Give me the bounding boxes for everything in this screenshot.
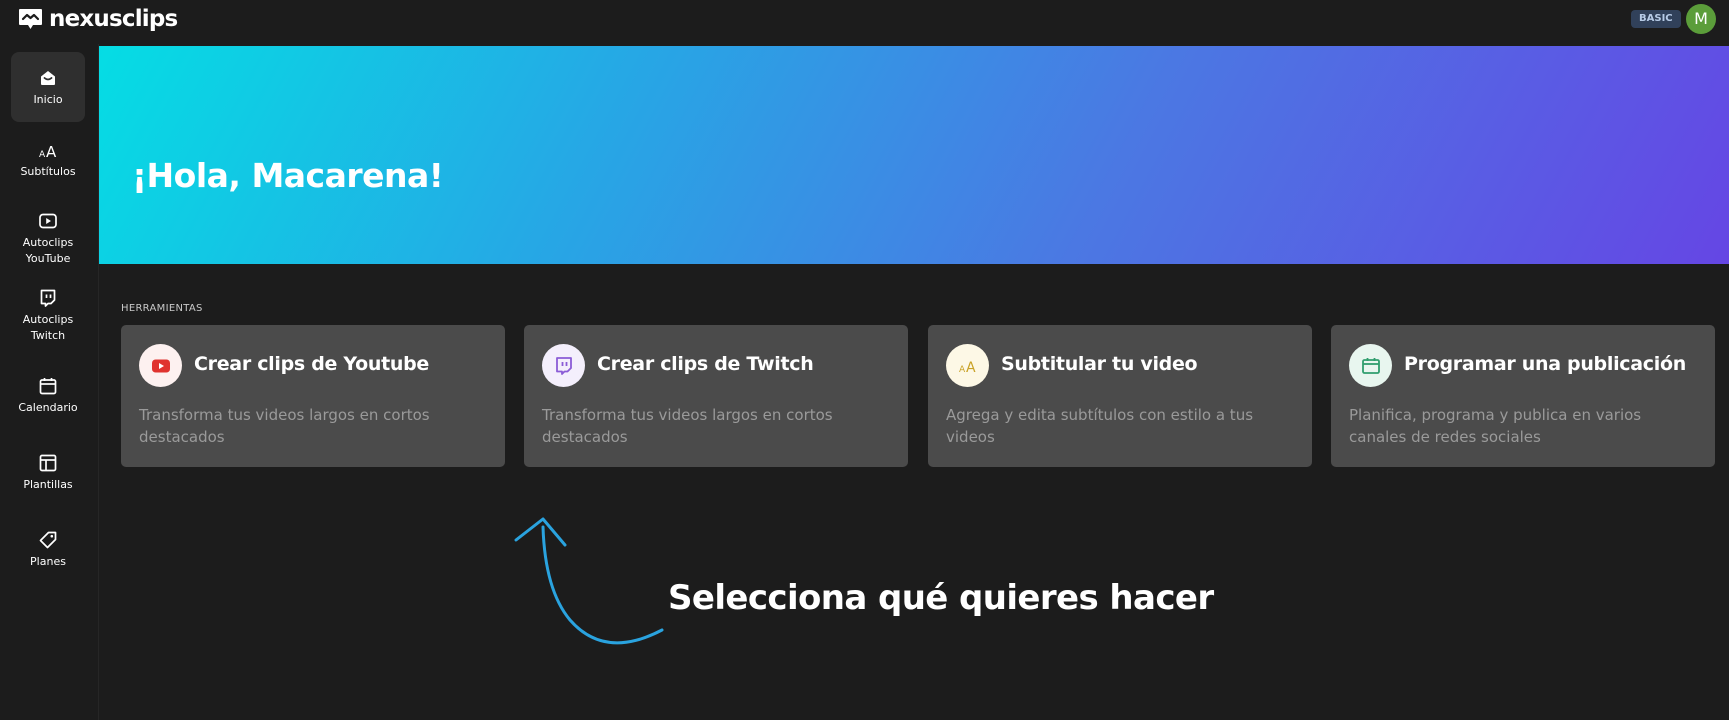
sidebar: Inicio A A Subtítulos Autoclips YouTube … (0, 44, 99, 720)
sidebar-item-planes[interactable]: Planes (11, 521, 85, 591)
sidebar-item-label: Inicio (33, 93, 63, 106)
sidebar-item-calendario[interactable]: Calendario (11, 367, 85, 437)
greeting-title: ¡Hola, Macarena! (132, 156, 444, 195)
twitch-icon (542, 344, 585, 387)
sidebar-item-plantillas[interactable]: Plantillas (11, 444, 85, 514)
youtube-icon (39, 213, 57, 229)
tool-card-title: Programar una publicación (1404, 353, 1686, 375)
tool-card-title: Crear clips de Twitch (597, 353, 814, 375)
calendar-icon (39, 378, 57, 395)
svg-text:A: A (959, 365, 966, 375)
sidebar-item-label: Calendario (18, 401, 78, 414)
svg-text:A: A (39, 150, 46, 160)
twitch-icon (40, 289, 56, 307)
tools-section-label: HERRAMIENTAS (121, 303, 203, 314)
select-action-hint: Selecciona qué quieres hacer (668, 578, 1214, 618)
plan-badge[interactable]: BASIC (1631, 10, 1681, 28)
youtube-icon (139, 344, 182, 387)
tool-card-youtube-clips[interactable]: Crear clips de Youtube Transforma tus vi… (121, 325, 505, 467)
tool-card-schedule-post[interactable]: Programar una publicación Planifica, pro… (1331, 325, 1715, 467)
sidebar-item-autoclips-youtube[interactable]: Autoclips YouTube (11, 207, 85, 277)
tag-icon (39, 531, 57, 549)
tool-card-title: Crear clips de Youtube (194, 353, 430, 375)
sidebar-item-label: Autoclips Twitch (22, 313, 74, 342)
sidebar-item-label: Planes (30, 555, 66, 568)
sidebar-item-label: Subtítulos (20, 165, 76, 178)
welcome-banner: ¡Hola, Macarena! (99, 46, 1729, 264)
tool-card-description: Planifica, programa y publica en varios … (1349, 406, 1642, 446)
template-icon (39, 454, 57, 472)
tool-card-title: Subtitular tu video (1001, 353, 1198, 375)
tool-card-description: Transforma tus videos largos en cortos d… (542, 406, 833, 446)
sidebar-item-autoclips-twitch[interactable]: Autoclips Twitch (11, 284, 85, 354)
avatar[interactable]: M (1686, 4, 1716, 34)
curved-arrow-icon (514, 517, 664, 645)
logo-icon (19, 8, 42, 29)
sidebar-item-label: Autoclips YouTube (22, 236, 74, 265)
tool-card-description: Transforma tus videos largos en cortos d… (139, 406, 430, 446)
svg-text:A: A (966, 360, 976, 376)
sidebar-item-subtitulos[interactable]: A A Subtítulos (11, 130, 85, 200)
tool-card-twitch-clips[interactable]: Crear clips de Twitch Transforma tus vid… (524, 325, 908, 467)
top-bar: nexusclips BASIC M (0, 0, 1729, 44)
logo[interactable]: nexusclips (18, 6, 178, 32)
tool-card-description: Agrega y edita subtítulos con estilo a t… (946, 406, 1254, 446)
logo-text: nexusclips (49, 6, 178, 32)
calendar-icon (1349, 344, 1392, 387)
sidebar-item-label: Plantillas (23, 478, 73, 491)
svg-text:A: A (46, 143, 57, 160)
text-size-icon: A A (39, 143, 57, 160)
text-size-icon: A A (946, 344, 989, 387)
sidebar-item-inicio[interactable]: Inicio (11, 52, 85, 122)
home-icon (41, 71, 55, 85)
tool-card-subtitles[interactable]: A A Subtitular tu video Agrega y edita s… (928, 325, 1312, 467)
